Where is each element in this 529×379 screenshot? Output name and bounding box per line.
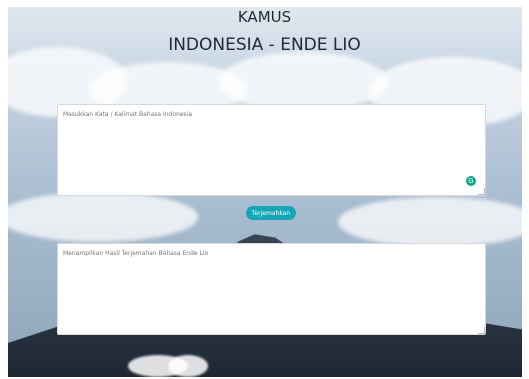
resize-handle[interactable] [478,327,485,334]
cloud [338,197,522,247]
cloud [8,192,198,242]
page-title: KAMUS [237,8,292,26]
cloud [168,355,208,377]
translate-button[interactable]: Terjemahkan [246,206,296,220]
page-subtitle: INDONESIA - ENDE LIO [168,35,361,55]
translation-output[interactable] [57,243,486,335]
resize-handle[interactable] [478,188,485,195]
source-text-input[interactable] [57,104,486,196]
grammar-check-icon[interactable]: G [466,176,476,186]
cloud [218,52,388,112]
